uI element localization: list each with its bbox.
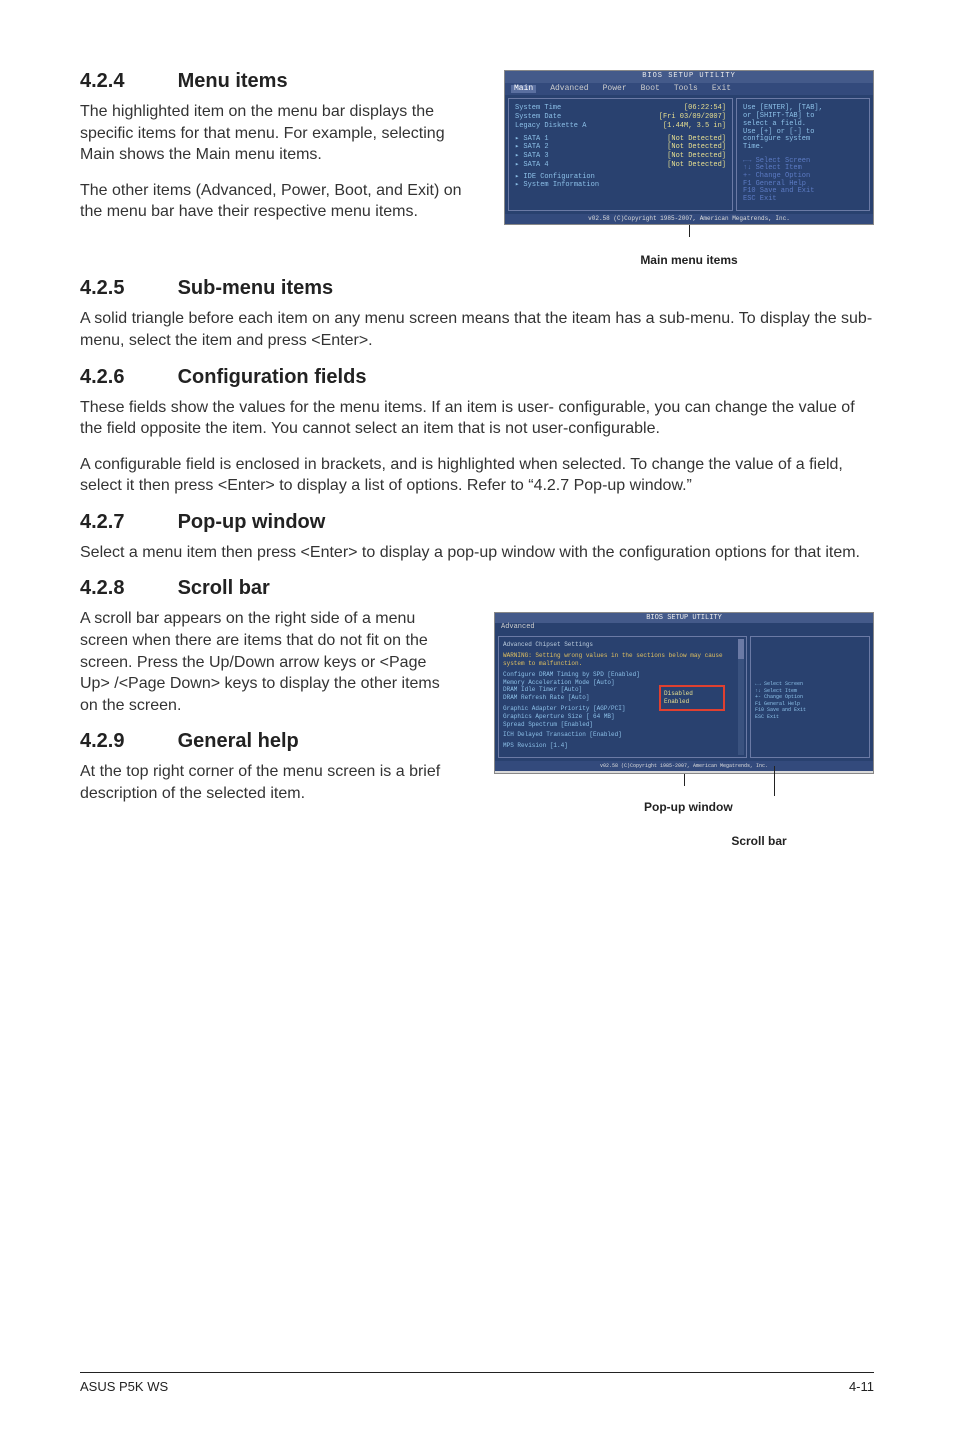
bios-row-date-value: [Fri 03/09/2007] <box>659 114 726 122</box>
bios2-line-6: Graphics Aperture Size [ 64 MB] <box>503 713 742 721</box>
bios2-line-9: MPS Revision [1.4] <box>503 742 742 750</box>
bios-menu-main: Main <box>511 85 536 94</box>
heading-429-title: General help <box>178 730 299 752</box>
annotation-line-scroll-icon <box>774 766 775 796</box>
bios-row-sysinfo: ▸ System Information <box>515 182 726 190</box>
popup-option-disabled: Disabled <box>664 690 720 698</box>
popup-window: Disabled Enabled <box>659 685 725 711</box>
scrollbar-thumb-icon <box>738 639 744 659</box>
footer-right: 4-11 <box>849 1379 874 1394</box>
heading-424-title: Menu items <box>178 70 288 92</box>
bios-title: BIOS SETUP UTILITY <box>505 71 873 83</box>
bios2-key-6: ESC Exit <box>755 714 865 721</box>
bios2-heading: Advanced Chipset Settings <box>503 641 742 649</box>
annotation-line-icon <box>689 225 690 237</box>
bios-row-legacy-label: Legacy Diskette A <box>515 123 586 131</box>
bios-menu-exit: Exit <box>712 85 731 94</box>
heading-428-title: Scroll bar <box>178 577 270 599</box>
heading-426: 4.2.6 Configuration fields <box>80 366 874 389</box>
bios-row-date-label: System Date <box>515 114 561 122</box>
heading-425: 4.2.5 Sub-menu items <box>80 277 874 300</box>
footer-left: ASUS P5K WS <box>80 1379 168 1394</box>
bios-menu-bar: Main Advanced Power Boot Tools Exit <box>505 83 873 96</box>
bios2-line-1: Configure DRAM Timing by SPD [Enabled] <box>503 671 742 679</box>
para-426-1: These fields show the values for the men… <box>80 397 874 440</box>
heading-424-num: 4.2.4 <box>80 70 172 93</box>
heading-426-num: 4.2.6 <box>80 366 172 389</box>
page-footer: ASUS P5K WS 4-11 <box>80 1372 874 1394</box>
bios-row-sata3-label: ▸ SATA 3 <box>515 153 549 161</box>
heading-428-num: 4.2.8 <box>80 577 172 600</box>
bios2-line-7: Spread Spectrum [Enabled] <box>503 721 742 729</box>
bios-help-panel: Use [ENTER], [TAB], or [SHIFT-TAB] to se… <box>736 98 870 210</box>
bios-row-sata4-label: ▸ SATA 4 <box>515 162 549 170</box>
para-427-1: Select a menu item then press <Enter> to… <box>80 542 874 564</box>
para-425-1: A solid triangle before each item on any… <box>80 308 874 351</box>
para-424-1: The highlighted item on the menu bar dis… <box>80 101 474 166</box>
bios-help-l7: Time. <box>743 144 863 152</box>
bios-main-panel: System Time [06:22:54] System Date [Fri 03… <box>508 98 733 210</box>
bios-row-sata1-label: ▸ SATA 1 <box>515 136 549 144</box>
para-424-2: The other items (Advanced, Power, Boot, … <box>80 180 474 223</box>
caption-main-menu: Main menu items <box>504 253 874 267</box>
bios2-main-panel: Advanced Chipset Settings WARNING: Setti… <box>498 636 747 758</box>
heading-426-title: Configuration fields <box>178 366 367 388</box>
bios-row-time-label: System Time <box>515 105 561 113</box>
bios-menu-tools: Tools <box>674 85 698 94</box>
bios-menu-advanced: Advanced <box>550 85 588 94</box>
heading-425-title: Sub-menu items <box>178 277 334 299</box>
bios-key-6: ESC Exit <box>743 196 863 204</box>
bios-popup-screenshot: BIOS SETUP UTILITY Advanced Advanced Chi… <box>494 612 874 774</box>
para-428-1: A scroll bar appears on the right side o… <box>80 608 460 716</box>
heading-428: 4.2.8 Scroll bar <box>80 577 874 600</box>
bios2-line-8: ICH Delayed Transaction [Enabled] <box>503 731 742 739</box>
caption-popup: Pop-up window <box>644 800 874 814</box>
heading-424: 4.2.4 Menu items <box>80 70 474 93</box>
heading-429: 4.2.9 General help <box>80 730 460 753</box>
bios2-title: BIOS SETUP UTILITY <box>495 613 873 623</box>
popup-option-enabled: Enabled <box>664 698 720 706</box>
bios2-help-panel: ←→ Select Screen ↑↓ Select Item +- Chang… <box>750 636 870 758</box>
scrollbar-icon <box>738 639 744 755</box>
annotation-line-popup-icon <box>684 774 685 786</box>
bios2-menu-advanced: Advanced <box>495 623 873 633</box>
bios-menu-power: Power <box>603 85 627 94</box>
heading-427: 4.2.7 Pop-up window <box>80 511 874 534</box>
page: 4.2.4 Menu items The highlighted item on… <box>0 0 954 1438</box>
bios-row-legacy-value: [1.44M, 3.5 in] <box>663 123 726 131</box>
bios-row-sata1-value: [Not Detected] <box>667 136 726 144</box>
heading-425-num: 4.2.5 <box>80 277 172 300</box>
bios-row-sata2-value: [Not Detected] <box>667 144 726 152</box>
para-426-2: A configurable field is enclosed in brac… <box>80 454 874 497</box>
bios2-warning: WARNING: Setting wrong values in the sec… <box>503 652 742 668</box>
bios-row-sata3-value: [Not Detected] <box>667 153 726 161</box>
para-429-1: At the top right corner of the menu scre… <box>80 761 460 804</box>
bios-main-screenshot: BIOS SETUP UTILITY Main Advanced Power B… <box>504 70 874 225</box>
bios2-footer: v02.58 (C)Copyright 1985-2007, American … <box>495 761 873 771</box>
heading-427-num: 4.2.7 <box>80 511 172 534</box>
bios-row-time-value: [06:22:54] <box>684 105 726 113</box>
heading-427-title: Pop-up window <box>178 511 326 533</box>
bios-menu-boot: Boot <box>641 85 660 94</box>
heading-429-num: 4.2.9 <box>80 730 172 753</box>
bios-row-sata4-value: [Not Detected] <box>667 162 726 170</box>
bios-row-sata2-label: ▸ SATA 2 <box>515 144 549 152</box>
bios-footer: v02.58 (C)Copyright 1985-2007, American … <box>505 214 873 225</box>
caption-scroll: Scroll bar <box>731 834 786 848</box>
